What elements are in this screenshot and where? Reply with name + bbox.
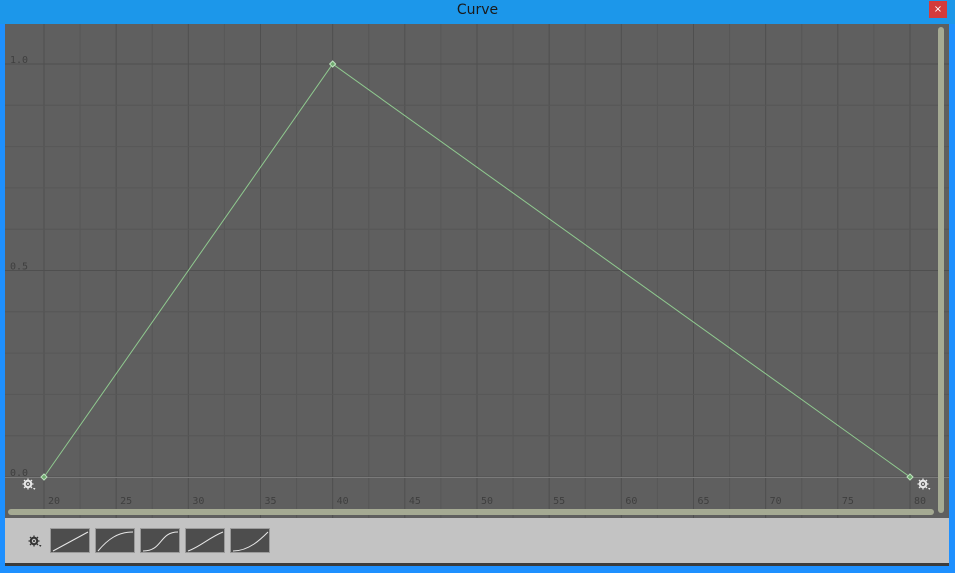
preset-linear-2[interactable] xyxy=(185,528,225,553)
curve-graph-area[interactable]: 20 25 30 35 40 45 50 55 60 65 70 75 80 0.0 0.5 1.0 xyxy=(5,24,949,518)
x-tick-label: 20 xyxy=(48,496,60,507)
y-tick-label: 1.0 xyxy=(10,55,28,66)
x-tick-label: 75 xyxy=(842,496,854,507)
x-tick-label: 45 xyxy=(409,496,421,507)
x-tick-label: 70 xyxy=(770,496,782,507)
preset-ease-out[interactable] xyxy=(95,528,135,553)
vertical-scrollbar[interactable] xyxy=(938,27,944,513)
gear-icon[interactable] xyxy=(917,477,933,496)
x-tick-label: 60 xyxy=(625,496,637,507)
x-tick-label: 55 xyxy=(553,496,565,507)
x-tick-label: 35 xyxy=(265,496,277,507)
x-tick-label: 65 xyxy=(698,496,710,507)
curve-chart[interactable]: 20 25 30 35 40 45 50 55 60 65 70 75 800.00.51.0 xyxy=(5,24,949,518)
preset-linear[interactable] xyxy=(50,528,90,553)
gear-icon[interactable] xyxy=(28,534,44,553)
preset-bar xyxy=(5,518,949,563)
preset-ease-in[interactable] xyxy=(230,528,270,553)
close-button[interactable]: × xyxy=(929,1,947,18)
title-bar: Curve × xyxy=(0,0,955,24)
preset-ease-in-out[interactable] xyxy=(140,528,180,553)
window-title: Curve xyxy=(456,2,499,18)
x-tick-label: 40 xyxy=(337,496,349,507)
x-tick-label: 25 xyxy=(120,496,132,507)
horizontal-scrollbar[interactable] xyxy=(8,509,934,515)
x-tick-label: 30 xyxy=(192,496,204,507)
y-tick-label: 0.5 xyxy=(10,262,28,273)
gear-icon[interactable] xyxy=(22,477,38,496)
keyframe-point xyxy=(40,473,48,481)
x-tick-label: 80 xyxy=(914,496,926,507)
x-tick-label: 50 xyxy=(481,496,493,507)
